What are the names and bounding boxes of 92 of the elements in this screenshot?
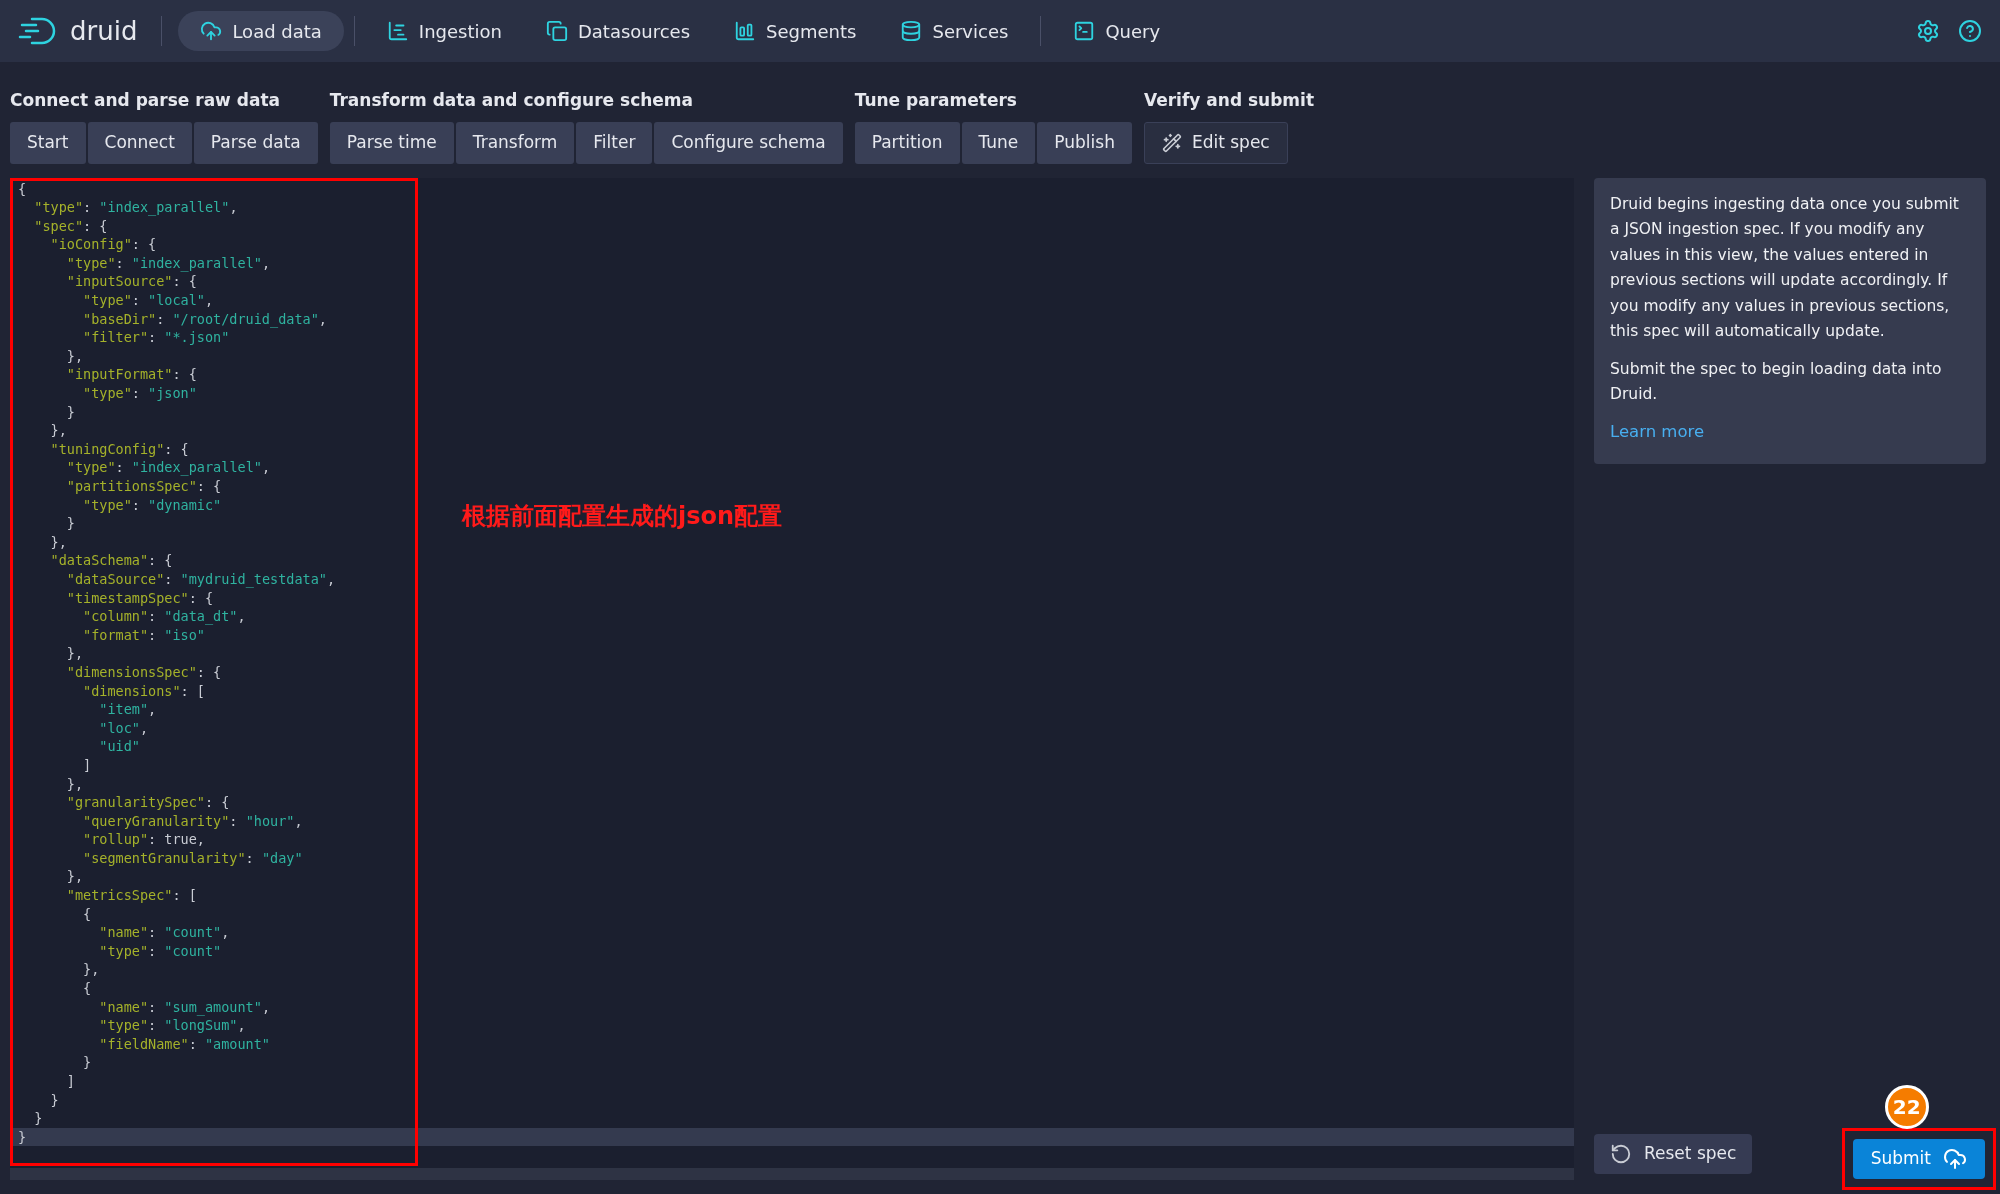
info-text: Submit the spec to begin loading data into Druid. <box>1610 358 1943 405</box>
code-line: } <box>49 1091 59 1108</box>
code-line: "type": "index_parallel", <box>65 254 271 271</box>
code-line: ] <box>82 756 92 773</box>
timeline-icon <box>386 20 409 42</box>
step-group-title: Connect and parse raw data <box>10 89 281 112</box>
step-tab[interactable]: Filter <box>576 121 653 164</box>
code-line: "spec": { <box>33 217 108 234</box>
code-line: "column": "data_dt", <box>82 608 246 625</box>
code-line: "tuningConfig": { <box>49 440 189 457</box>
code-line: "type": "index_parallel", <box>33 199 238 216</box>
code-line: "type": "index_parallel", <box>65 459 271 476</box>
code-line: "filter": "*.json" <box>82 329 230 346</box>
code-line: "dataSource": "mydruid_testdata", <box>65 570 336 587</box>
code-line: } <box>65 515 75 532</box>
help-icon[interactable] <box>1958 19 1982 43</box>
cloud-upload-icon <box>1943 1147 1967 1171</box>
code-line: }, <box>65 347 84 364</box>
code-line: "segmentGranularity": "day" <box>82 849 303 866</box>
learn-more-link[interactable]: Learn more <box>1610 419 1705 445</box>
reset-spec-button[interactable]: Reset spec <box>1594 1134 1753 1174</box>
nav-tab[interactable]: Load data <box>178 11 344 51</box>
code-line: "type": "count" <box>98 942 222 959</box>
code-line: } <box>33 1110 43 1127</box>
code-line: "type": "local", <box>82 292 214 309</box>
bar-chart-icon <box>734 20 757 42</box>
code-line: "granularitySpec": { <box>65 794 230 811</box>
code-line: "uid" <box>98 738 140 755</box>
code-line: "item", <box>98 701 157 718</box>
code-line: "name": "count", <box>98 924 230 941</box>
code-line: "fieldName": "amount" <box>98 1035 270 1052</box>
submit-button[interactable]: Submit <box>1852 1139 1985 1179</box>
undo-icon <box>1610 1143 1632 1165</box>
step-group-title: Verify and submit <box>1143 89 1315 112</box>
code-line: "queryGranularity": "hour", <box>82 812 303 829</box>
code-line: "partitionsSpec": { <box>65 478 222 494</box>
code-line: }, <box>49 533 67 550</box>
code-line: { <box>18 180 27 197</box>
nav-tab[interactable]: Datasources <box>523 11 713 51</box>
code-line: "timestampSpec": { <box>65 589 214 606</box>
code-line: "dataSchema": { <box>49 552 173 569</box>
code-line: "rollup": true, <box>82 831 205 848</box>
code-line: "baseDir": "/root/druid_data", <box>82 310 327 327</box>
code-line: }, <box>82 961 100 978</box>
step-tab[interactable]: Edit spec <box>1143 121 1288 164</box>
druid-logo-text: druid <box>70 14 138 48</box>
annotation-note: 根据前面配置生成的json配置 <box>462 500 783 532</box>
code-line: "format": "iso" <box>82 626 205 643</box>
step-tab[interactable]: Start <box>10 121 86 164</box>
code-line: "ioConfig": { <box>49 236 157 253</box>
code-line: "loc", <box>98 719 149 736</box>
code-line: } <box>65 403 75 420</box>
nav-tab[interactable]: Ingestion <box>364 11 524 51</box>
step-tab[interactable]: Parse data <box>193 121 318 164</box>
step-tab[interactable]: Publish <box>1037 121 1132 164</box>
cloud-upload-icon <box>200 20 223 42</box>
step-group-title: Tune parameters <box>854 89 1018 112</box>
code-line: "type": "json" <box>82 385 197 402</box>
code-line: "type": "dynamic" <box>82 496 222 513</box>
step-tab[interactable]: Partition <box>854 121 960 164</box>
code-line: } <box>18 1128 27 1145</box>
step-tab[interactable]: Configure schema <box>654 121 843 164</box>
code-line: ] <box>65 1073 75 1089</box>
step-tab[interactable]: Connect <box>87 121 192 164</box>
nav-tab[interactable]: Query <box>1051 11 1183 51</box>
terminal-icon <box>1073 20 1096 42</box>
settings-icon[interactable] <box>1916 19 1940 43</box>
step-tab[interactable]: Parse time <box>329 121 454 164</box>
code-line: }, <box>65 868 84 885</box>
code-line: } <box>82 1054 92 1071</box>
step-tab[interactable]: Transform <box>455 121 575 164</box>
step-badge: 22 <box>1884 1085 1929 1129</box>
code-line: { <box>82 905 92 922</box>
code-line: "metricsSpec": [ <box>65 887 197 904</box>
code-line: "inputSource": { <box>65 273 197 290</box>
step-group-title: Transform data and configure schema <box>329 89 695 112</box>
database-icon <box>900 20 923 42</box>
code-line: "dimensionsSpec": { <box>65 663 222 680</box>
code-line: "dimensions": [ <box>82 682 205 699</box>
step-tab[interactable]: Tune <box>961 121 1036 164</box>
code-line: }, <box>49 422 67 439</box>
nav-tab[interactable]: Services <box>878 11 1031 51</box>
code-line: "inputFormat": { <box>65 366 197 383</box>
code-line: "type": "longSum", <box>98 1017 246 1034</box>
info-text: Druid begins ingesting data once you submit a JSON ingestion spec. If you modify any values in this view, the values entered in previous sections will update accordingly. If you modify any values in previous sections, this spec will automatically update. <box>1610 193 1960 342</box>
stacked-windows-icon <box>545 20 568 42</box>
code-line: }, <box>65 775 84 792</box>
nav-tab[interactable]: Segments <box>712 11 879 51</box>
magic-wand-icon <box>1161 132 1182 153</box>
code-line: }, <box>65 645 84 662</box>
code-line: "name": "sum_amount", <box>98 998 271 1015</box>
code-line: { <box>82 980 92 997</box>
